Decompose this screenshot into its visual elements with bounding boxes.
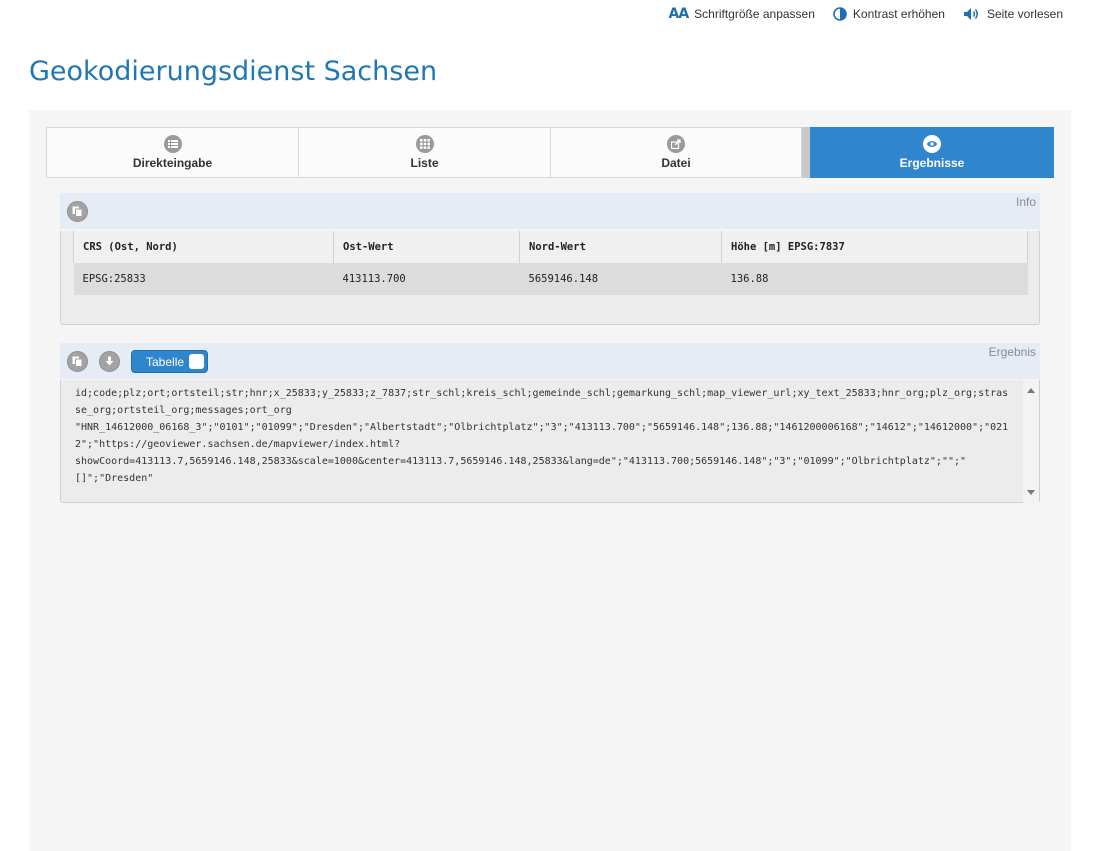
copy-icon: [72, 356, 83, 367]
table-header-row: CRS (Ost, Nord) Ost-Wert Nord-Wert Höhe …: [73, 231, 1028, 263]
scroll-down-icon[interactable]: [1027, 490, 1035, 495]
eye-icon: [923, 135, 941, 153]
scroll-up-icon[interactable]: [1027, 388, 1035, 393]
grid-icon: [415, 135, 434, 153]
list-icon: [163, 135, 182, 153]
copy-icon: [72, 206, 83, 217]
column-header: CRS (Ost, Nord): [73, 231, 334, 263]
column-header: Höhe [m] EPSG:7837: [721, 231, 1028, 263]
file-export-icon: [667, 135, 685, 153]
speaker-icon: [963, 8, 978, 20]
font-size-label: Schriftgröße anpassen: [694, 7, 815, 21]
download-button[interactable]: [99, 351, 120, 372]
result-header: Tabelle Ergebnis: [60, 343, 1040, 379]
table-view-toggle[interactable]: Tabelle: [131, 350, 208, 373]
copy-result-button[interactable]: [67, 351, 88, 372]
tab-label: Direkteingabe: [132, 156, 213, 170]
result-title: Ergebnis: [988, 345, 1036, 359]
tab-direkteingabe[interactable]: Direkteingabe: [46, 127, 298, 178]
font-size-icon: AA: [668, 6, 689, 22]
info-table: CRS (Ost, Nord) Ost-Wert Nord-Wert Höhe …: [73, 231, 1028, 295]
tab-bar: Direkteingabe Liste Datei Ergebnisse: [46, 127, 1054, 178]
read-aloud-label: Seite vorlesen: [986, 7, 1063, 21]
page-title: Geokodierungsdienst Sachsen: [29, 56, 438, 87]
toggle-label: Tabelle: [146, 355, 185, 369]
contrast-icon: [833, 7, 847, 21]
info-header: Info: [60, 193, 1040, 229]
info-title: Info: [1015, 195, 1036, 209]
table-cell: 413113.700: [333, 263, 520, 295]
tab-label: Ergebnisse: [899, 156, 965, 170]
table-cell: EPSG:25833: [73, 263, 334, 295]
tab-label: Liste: [410, 156, 439, 170]
tab-liste[interactable]: Liste: [298, 127, 550, 178]
table-row: EPSG:25833 413113.700 5659146.148 136.88: [73, 263, 1028, 295]
download-icon: [105, 356, 114, 366]
column-header: Ost-Wert: [333, 231, 520, 263]
result-scrollbar[interactable]: [1023, 380, 1039, 503]
tab-label: Datei: [661, 156, 691, 170]
font-size-toggle[interactable]: AA Schriftgröße anpassen: [668, 6, 814, 22]
tab-ergebnisse[interactable]: Ergebnisse: [802, 127, 1054, 178]
toggle-knob: [189, 354, 204, 369]
accessibility-bar: AA Schriftgröße anpassen Kontrast erhöhe…: [668, 6, 1063, 22]
info-box: CRS (Ost, Nord) Ost-Wert Nord-Wert Höhe …: [60, 231, 1040, 325]
tab-datei[interactable]: Datei: [550, 127, 802, 178]
column-header: Nord-Wert: [519, 231, 722, 263]
read-aloud-toggle[interactable]: Seite vorlesen: [963, 7, 1063, 21]
copy-info-button[interactable]: [67, 201, 88, 222]
table-cell: 136.88: [721, 263, 1028, 295]
result-text[interactable]: id;code;plz;ort;ortsteil;str;hnr;x_25833…: [75, 385, 1013, 487]
contrast-toggle[interactable]: Kontrast erhöhen: [833, 7, 945, 21]
result-output[interactable]: id;code;plz;ort;ortsteil;str;hnr;x_25833…: [60, 380, 1040, 503]
contrast-label: Kontrast erhöhen: [852, 7, 945, 21]
main-panel: Direkteingabe Liste Datei Ergebnisse Inf…: [29, 110, 1071, 851]
table-cell: 5659146.148: [519, 263, 722, 295]
